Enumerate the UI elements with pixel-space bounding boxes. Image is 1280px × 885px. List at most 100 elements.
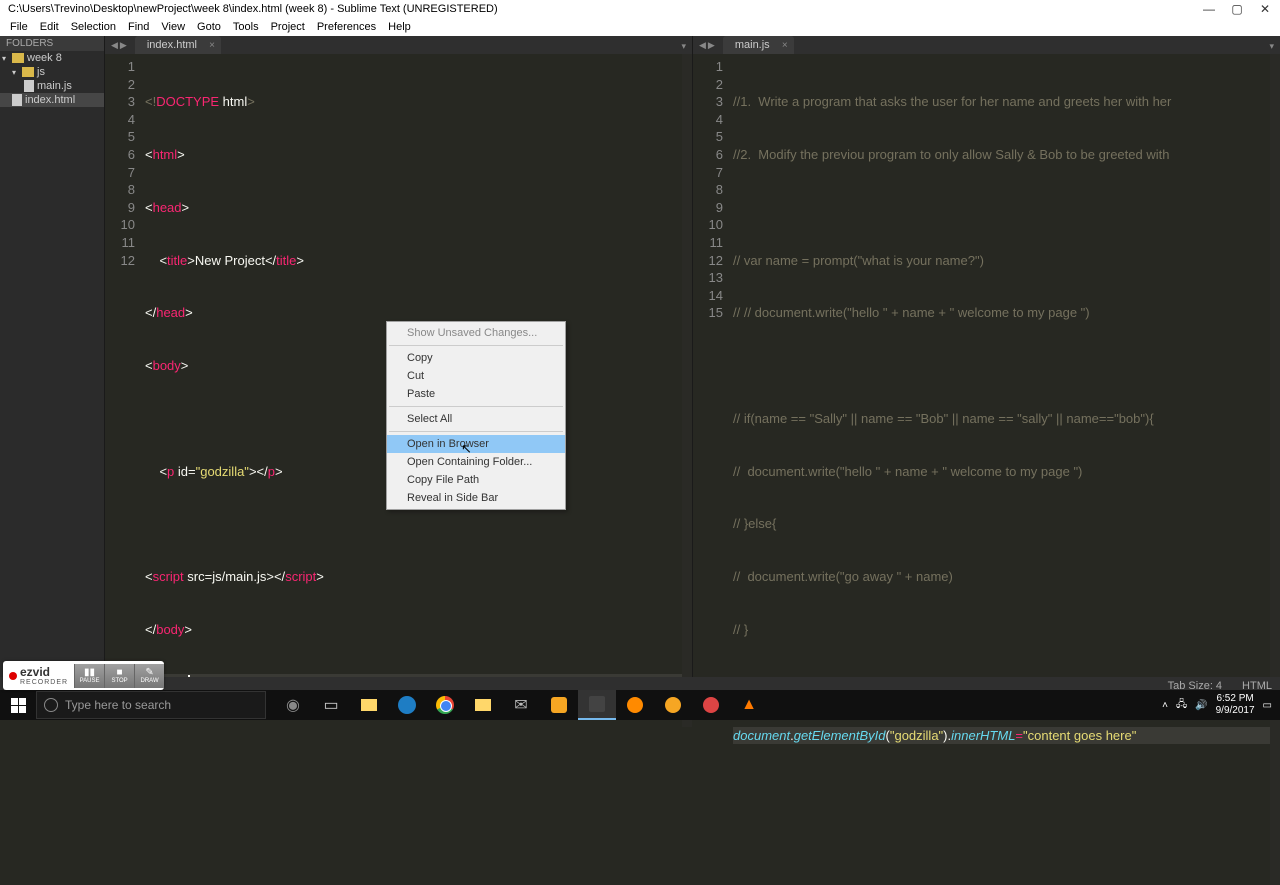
ctx-copy-file-path[interactable]: Copy File Path bbox=[387, 471, 565, 489]
t: document bbox=[733, 728, 790, 743]
ctx-reveal-in-sidebar[interactable]: Reveal in Side Bar bbox=[387, 489, 565, 507]
app-icon[interactable] bbox=[692, 690, 730, 720]
ctx-copy[interactable]: Copy bbox=[387, 349, 565, 367]
sublime-text-icon[interactable] bbox=[578, 690, 616, 720]
ie-icon[interactable] bbox=[388, 690, 426, 720]
tab-bar: ◀ ▶ main.js × ▾ bbox=[693, 36, 1280, 54]
ctx-open-in-browser[interactable]: Open in Browser bbox=[387, 435, 565, 453]
folder-icon bbox=[22, 67, 34, 77]
minimize-button[interactable]: — bbox=[1202, 2, 1216, 16]
tree-file-indexhtml[interactable]: index.html bbox=[0, 93, 104, 107]
app-icon[interactable] bbox=[540, 690, 578, 720]
windows-taskbar: Type here to search ◉ ▭ ✉ ▲ ˄ 🖧 🔊 6:52 P… bbox=[0, 690, 1280, 720]
tab-nav-forward[interactable]: ▶ bbox=[708, 40, 715, 51]
t: html bbox=[219, 94, 247, 109]
t: // document.write("hello " + name + " we… bbox=[733, 463, 1270, 481]
menu-file[interactable]: File bbox=[4, 21, 34, 33]
network-icon[interactable]: 🖧 bbox=[1176, 697, 1187, 714]
t: // }else{ bbox=[733, 515, 1270, 533]
tab-mainjs[interactable]: main.js × bbox=[723, 36, 794, 54]
t: body bbox=[153, 358, 181, 373]
t: > bbox=[247, 94, 255, 109]
ctx-separator bbox=[389, 345, 563, 346]
t: //2. Modify the previou program to only … bbox=[733, 146, 1270, 164]
ctx-paste[interactable]: Paste bbox=[387, 385, 565, 403]
close-button[interactable]: ✕ bbox=[1258, 2, 1272, 16]
volume-icon[interactable]: 🔊 bbox=[1195, 700, 1207, 711]
folder-expand-icon[interactable]: ▾ bbox=[2, 54, 12, 63]
tab-nav-back[interactable]: ◀ bbox=[111, 40, 118, 51]
menu-preferences[interactable]: Preferences bbox=[311, 21, 382, 33]
chrome-icon[interactable] bbox=[426, 690, 464, 720]
app-icon[interactable] bbox=[654, 690, 692, 720]
taskbar-search[interactable]: Type here to search bbox=[36, 691, 266, 719]
recorder-logo: ezvid RECORDER bbox=[3, 661, 74, 690]
maximize-button[interactable]: ▢ bbox=[1230, 2, 1244, 16]
tab-close-button[interactable]: × bbox=[209, 40, 215, 51]
t: // var name = prompt("what is your name?… bbox=[733, 252, 1270, 270]
recorder-stop-button[interactable]: ■STOP bbox=[104, 664, 134, 688]
vertical-scrollbar[interactable] bbox=[682, 54, 692, 727]
file-explorer-icon[interactable] bbox=[464, 690, 502, 720]
folder-expand-icon[interactable]: ▾ bbox=[12, 68, 22, 77]
ctx-separator bbox=[389, 431, 563, 432]
t: DRAW bbox=[141, 678, 159, 684]
pause-icon: ▮▮ bbox=[84, 668, 95, 678]
recorder-draw-button[interactable]: ✎DRAW bbox=[134, 664, 164, 688]
tab-dropdown-icon[interactable]: ▾ bbox=[681, 41, 686, 52]
sidebar-header: FOLDERS bbox=[0, 36, 104, 51]
media-player-icon[interactable] bbox=[616, 690, 654, 720]
tab-nav-back[interactable]: ◀ bbox=[699, 40, 706, 51]
t: // } bbox=[733, 621, 1270, 639]
menu-help[interactable]: Help bbox=[382, 21, 417, 33]
vlc-icon[interactable]: ▲ bbox=[730, 690, 768, 720]
t: > bbox=[275, 464, 283, 479]
tab-bar: ◀ ▶ index.html × ▾ bbox=[105, 36, 692, 54]
windows-logo-icon bbox=[11, 698, 26, 713]
ctx-cut[interactable]: Cut bbox=[387, 367, 565, 385]
t: id= bbox=[174, 464, 195, 479]
t: html bbox=[153, 147, 178, 162]
folder-label: js bbox=[37, 66, 45, 78]
menu-goto[interactable]: Goto bbox=[191, 21, 227, 33]
title-bar: C:\Users\Trevino\Desktop\newProject\week… bbox=[0, 0, 1280, 18]
ctx-select-all[interactable]: Select All bbox=[387, 410, 565, 428]
menu-tools[interactable]: Tools bbox=[227, 21, 265, 33]
mail-icon[interactable]: ✉ bbox=[502, 690, 540, 720]
t: head bbox=[156, 305, 185, 320]
code-editor-right[interactable]: 123456789101112131415 //1. Write a progr… bbox=[693, 54, 1280, 885]
menu-project[interactable]: Project bbox=[265, 21, 311, 33]
ctx-open-containing-folder[interactable]: Open Containing Folder... bbox=[387, 453, 565, 471]
cortana-mic-icon[interactable]: ◉ bbox=[274, 690, 312, 720]
t: head bbox=[153, 200, 182, 215]
menu-edit[interactable]: Edit bbox=[34, 21, 65, 33]
file-label: main.js bbox=[37, 80, 72, 92]
task-view-icon[interactable]: ▭ bbox=[312, 690, 350, 720]
tab-indexhtml[interactable]: index.html × bbox=[135, 36, 221, 54]
t: New Project bbox=[195, 253, 265, 268]
notifications-icon[interactable]: ▭ bbox=[1263, 700, 1272, 711]
t: < bbox=[159, 464, 167, 479]
t: <! bbox=[145, 94, 156, 109]
tab-close-button[interactable]: × bbox=[782, 40, 788, 51]
vertical-scrollbar[interactable] bbox=[1270, 54, 1280, 885]
recorder-pause-button[interactable]: ▮▮PAUSE bbox=[74, 664, 104, 688]
t: </ bbox=[274, 569, 285, 584]
tree-folder-root[interactable]: ▾ week 8 bbox=[0, 51, 104, 65]
start-button[interactable] bbox=[0, 690, 36, 720]
tree-folder-js[interactable]: ▾ js bbox=[0, 65, 104, 79]
menu-selection[interactable]: Selection bbox=[65, 21, 122, 33]
tray-up-icon[interactable]: ˄ bbox=[1162, 700, 1168, 711]
file-label: index.html bbox=[25, 94, 75, 106]
tree-file-mainjs[interactable]: main.js bbox=[0, 79, 104, 93]
t: script bbox=[285, 569, 316, 584]
t: title bbox=[167, 253, 187, 268]
code-lines[interactable]: //1. Write a program that asks the user … bbox=[733, 54, 1270, 885]
menu-find[interactable]: Find bbox=[122, 21, 155, 33]
tab-dropdown-icon[interactable]: ▾ bbox=[1269, 41, 1274, 52]
tray-clock[interactable]: 6:52 PM 9/9/2017 bbox=[1216, 693, 1255, 717]
menu-view[interactable]: View bbox=[155, 21, 191, 33]
file-explorer-icon[interactable] bbox=[350, 690, 388, 720]
t: PAUSE bbox=[80, 678, 100, 684]
tab-nav-forward[interactable]: ▶ bbox=[120, 40, 127, 51]
